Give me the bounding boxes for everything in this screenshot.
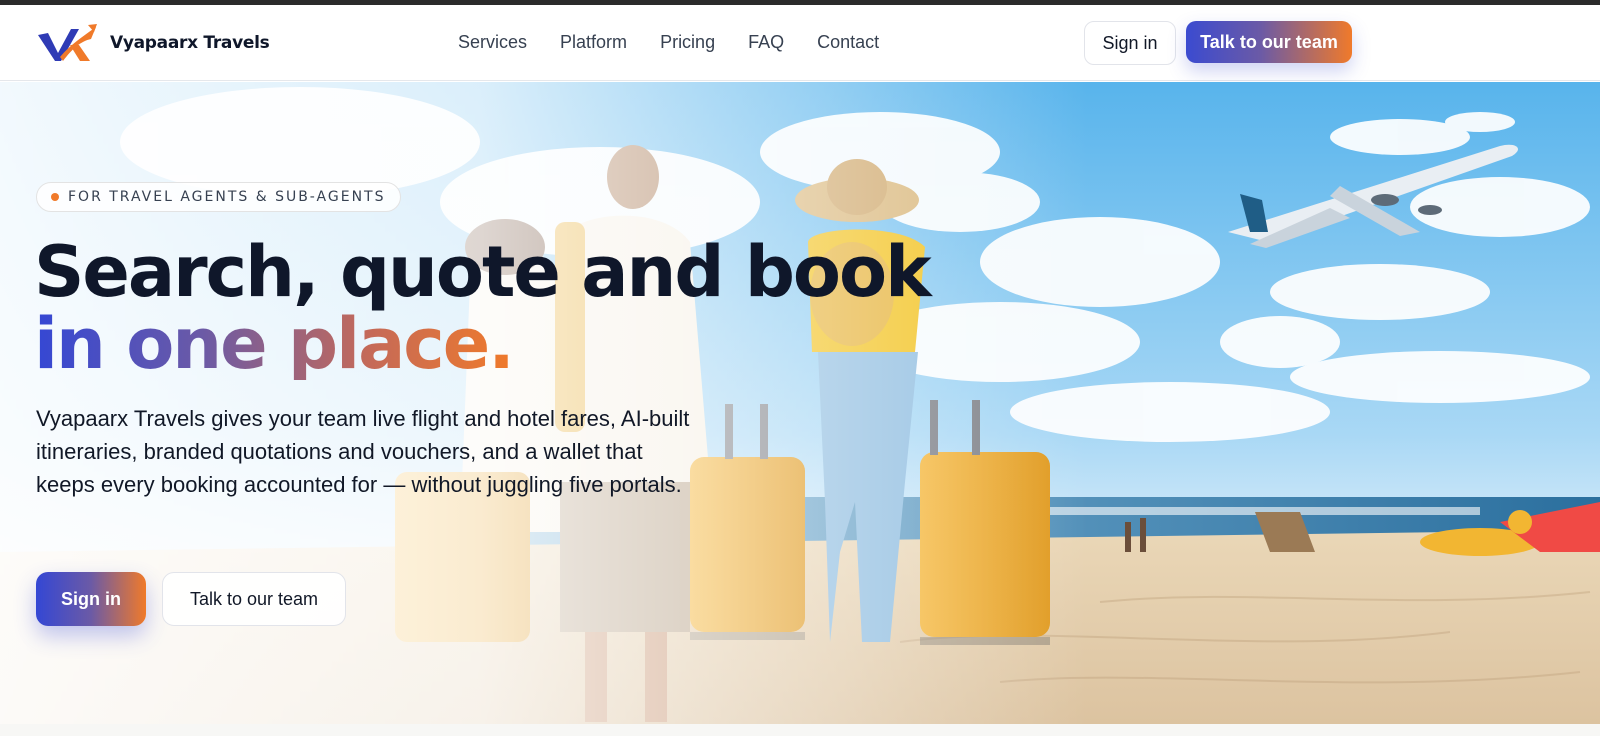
hero-headline-line-1: Search, quote and book	[34, 231, 932, 313]
brand-home-link[interactable]: Vyapaarx Travels	[36, 23, 270, 63]
hero-talk-to-team-button[interactable]: Talk to our team	[162, 572, 346, 626]
brand-logo	[38, 24, 97, 61]
hero-headline-line-2: in one place.	[34, 303, 515, 385]
nav-link-platform[interactable]: Platform	[560, 30, 627, 54]
header-talk-to-team-button[interactable]: Talk to our team	[1186, 21, 1352, 63]
eyebrow-dot-icon	[51, 193, 59, 201]
primary-nav: Services Platform Pricing FAQ Contact	[458, 30, 879, 54]
nav-link-faq[interactable]: FAQ	[748, 30, 784, 54]
next-section-edge	[0, 724, 1600, 736]
hero-sign-in-button[interactable]: Sign in	[36, 572, 146, 626]
site-header: Vyapaarx Travels Services Platform Prici…	[0, 5, 1600, 81]
hero-lead-paragraph: Vyapaarx Travels gives your team live fl…	[36, 406, 690, 497]
nav-link-pricing[interactable]: Pricing	[660, 30, 715, 54]
brand-name: Vyapaarx Travels	[110, 33, 270, 53]
eyebrow-text: FOR TRAVEL AGENTS & SUB-AGENTS	[68, 189, 386, 205]
nav-link-services[interactable]: Services	[458, 30, 527, 54]
header-sign-in-button[interactable]: Sign in	[1084, 21, 1176, 65]
nav-link-contact[interactable]: Contact	[817, 30, 879, 54]
hero-eyebrow-badge: FOR TRAVEL AGENTS & SUB-AGENTS	[36, 182, 401, 212]
